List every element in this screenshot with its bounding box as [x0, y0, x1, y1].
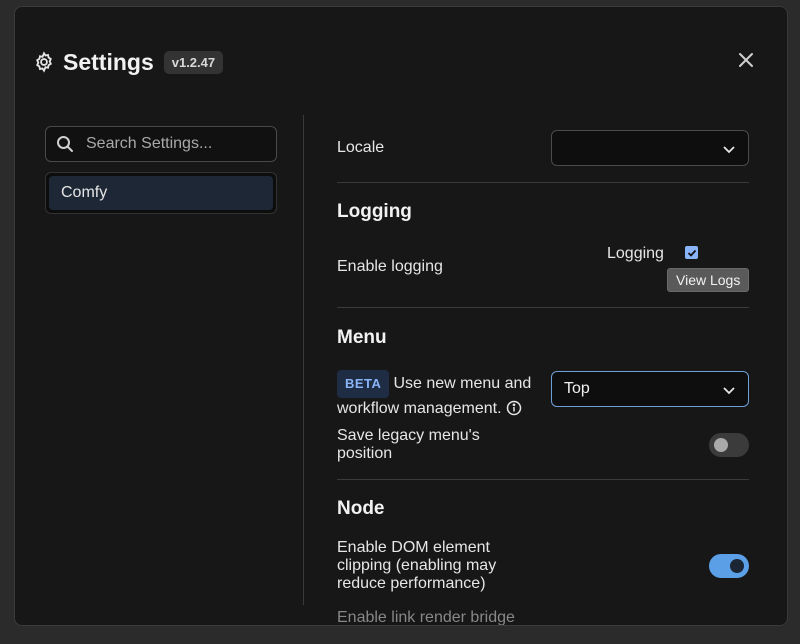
search-settings-field[interactable] [45, 126, 277, 162]
section-title-node: Node [337, 498, 385, 519]
category-label: Comfy [61, 184, 108, 201]
toggle-knob [714, 438, 728, 452]
locale-select[interactable] [551, 130, 749, 166]
new-menu-label-line2: workflow management. [337, 400, 502, 417]
category-list: Comfy [45, 172, 277, 214]
legacy-menu-label-line1: Save legacy menu's [337, 427, 480, 444]
chevron-down-icon [723, 387, 735, 395]
dom-clipping-toggle[interactable] [709, 554, 749, 578]
search-input[interactable] [86, 135, 266, 153]
section-title-menu: Menu [337, 327, 387, 348]
new-menu-label-line1: Use new menu and [393, 375, 532, 392]
next-setting-label: Enable link render bridge [337, 609, 515, 626]
beta-badge: BETA [337, 370, 390, 398]
dom-clipping-label: Enable DOM element clipping (enabling ma… [337, 539, 496, 593]
new-menu-select[interactable]: Top [551, 371, 749, 407]
panel-divider [303, 115, 304, 605]
locale-label: Locale [337, 139, 385, 156]
dom-clipping-label-line2: clipping (enabling may [337, 557, 497, 574]
new-menu-label: BETA Use new menu and workflow management… [337, 370, 547, 420]
section-title-logging: Logging [337, 201, 412, 222]
search-icon [57, 136, 73, 152]
check-icon [687, 249, 696, 257]
category-item-comfy[interactable]: Comfy [49, 176, 273, 210]
settings-content: Locale Logging Enable logging Logging Vi… [337, 115, 757, 626]
dom-clipping-label-line1: Enable DOM element [337, 539, 490, 556]
dialog-title: Settings [63, 48, 154, 75]
divider [337, 182, 749, 183]
new-menu-value: Top [564, 380, 590, 397]
info-icon[interactable] [506, 400, 522, 416]
legacy-menu-label: Save legacy menu's position [337, 427, 480, 463]
logging-checkbox[interactable] [685, 246, 698, 259]
version-badge: v1.2.47 [163, 50, 224, 74]
gear-icon [33, 51, 55, 73]
legacy-menu-toggle[interactable] [709, 433, 749, 457]
settings-dialog: Settings v1.2.47 Comfy Locale Logging En… [14, 6, 788, 626]
close-icon[interactable] [737, 51, 755, 69]
divider [337, 307, 749, 308]
enable-logging-label: Enable logging [337, 258, 443, 275]
dom-clipping-label-line3: reduce performance) [337, 575, 486, 592]
divider [337, 479, 749, 480]
view-logs-button[interactable]: View Logs [667, 268, 750, 292]
legacy-menu-label-line2: position [337, 445, 393, 462]
chevron-down-icon [723, 146, 735, 154]
logging-checkbox-label: Logging [607, 245, 664, 262]
toggle-knob [730, 559, 744, 573]
dialog-header: Settings v1.2.47 [33, 45, 224, 79]
